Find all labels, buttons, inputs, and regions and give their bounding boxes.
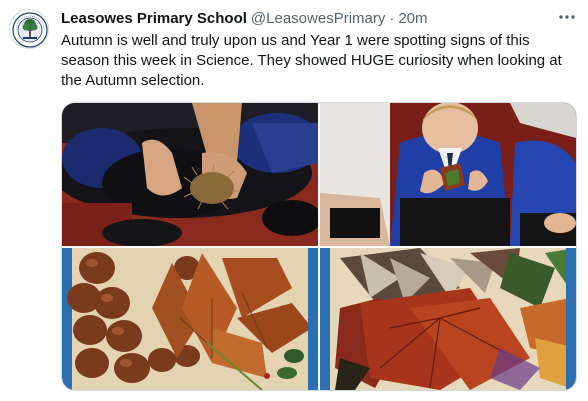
- user-handle[interactable]: @LeasowesPrimary: [251, 10, 385, 27]
- more-options-button[interactable]: [556, 6, 578, 28]
- separator-dot: ·: [389, 9, 395, 27]
- tweet-text: Autumn is well and truly upon us and Yea…: [61, 32, 562, 89]
- more-options-icon: [559, 15, 575, 19]
- timestamp[interactable]: 20m: [398, 10, 427, 27]
- photo-4[interactable]: [320, 248, 576, 390]
- photo-2[interactable]: [320, 103, 576, 246]
- tweet-header: Leasowes Primary School @LeasowesPrimary…: [61, 8, 574, 28]
- photo-3[interactable]: [62, 248, 318, 390]
- photo-1[interactable]: [62, 103, 318, 246]
- avatar[interactable]: [9, 9, 49, 49]
- school-crest-icon: [11, 11, 48, 48]
- display-name[interactable]: Leasowes Primary School: [61, 10, 247, 27]
- tweet[interactable]: Leasowes Primary School @LeasowesPrimary…: [0, 0, 588, 401]
- media-grid: [61, 102, 577, 391]
